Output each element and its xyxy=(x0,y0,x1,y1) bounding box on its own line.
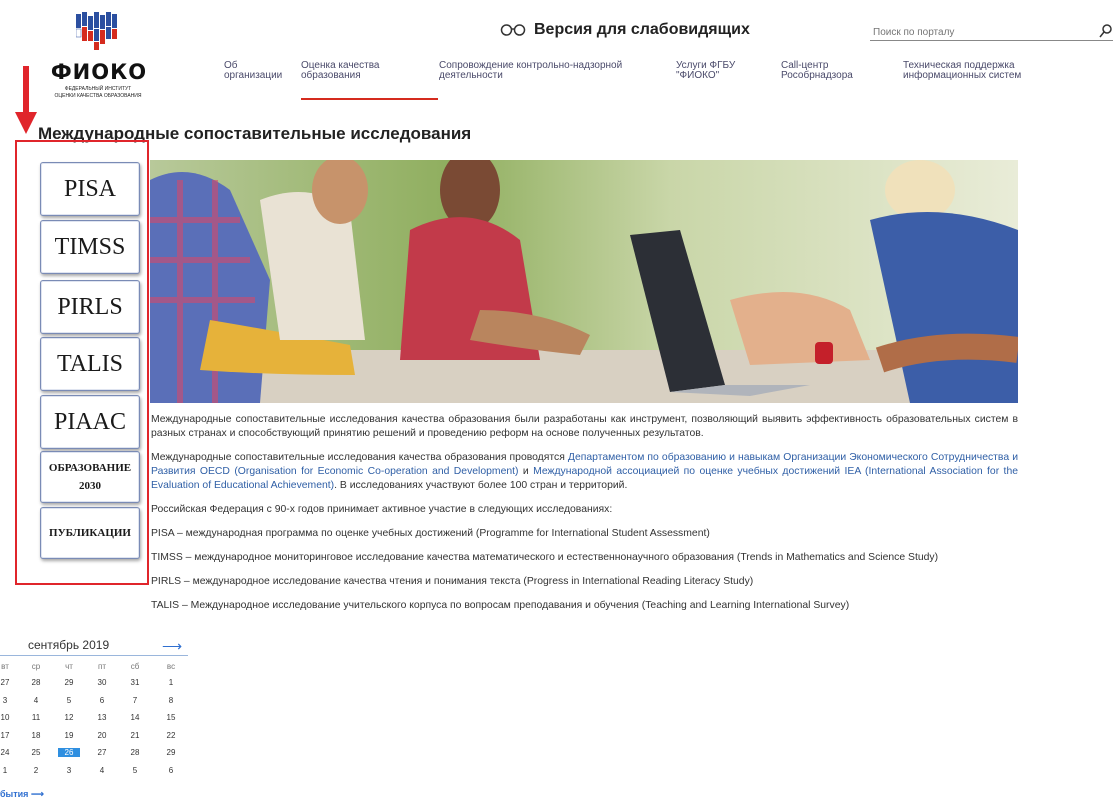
list-item: PISA – международная программа по оценке… xyxy=(151,528,710,539)
calendar-day[interactable]: 1 xyxy=(0,766,16,775)
publications-button[interactable]: ПУБЛИКАЦИИ xyxy=(40,507,140,559)
calendar-day[interactable]: 20 xyxy=(91,731,113,740)
calendar-day[interactable]: 7 xyxy=(124,696,146,705)
nav-active-indicator xyxy=(301,98,438,100)
low-vision-version-link[interactable]: Версия для слабовидящих xyxy=(500,18,750,42)
calendar-day[interactable]: 30 xyxy=(91,678,113,687)
calendar-day[interactable]: 5 xyxy=(58,696,80,705)
events-calendar: сентябрь 2019 ⟶ вт ср чт пт сб вс 27 28 29 30 31 1 3… xyxy=(0,626,190,802)
search-input[interactable] xyxy=(870,25,1096,40)
glasses-icon xyxy=(500,24,526,36)
calendar-day[interactable]: 14 xyxy=(124,713,146,722)
list-item: PIRLS – международное исследование качес… xyxy=(151,576,754,587)
pisa-button[interactable]: PISA xyxy=(40,162,140,216)
calendar-day[interactable]: 12 xyxy=(58,713,80,722)
nav-education-quality[interactable]: Оценка качества образования xyxy=(301,61,379,81)
intro-paragraph: Международные сопоставительные исследова… xyxy=(151,414,1018,439)
calendar-day[interactable]: 22 xyxy=(160,731,182,740)
calendar-day[interactable]: 29 xyxy=(160,748,182,757)
logo-name: ФИОКО xyxy=(50,60,148,84)
calendar-weekday: вс xyxy=(166,662,176,671)
calendar-day[interactable]: 2 xyxy=(25,766,47,775)
search-bar xyxy=(870,22,1113,41)
calendar-day[interactable]: 29 xyxy=(58,678,80,687)
calendar-day[interactable]: 6 xyxy=(91,696,113,705)
vision-label: Версия для слабовидящих xyxy=(534,21,750,38)
list-item: TIMSS – международное мониторинговое исс… xyxy=(151,552,939,563)
calendar-day[interactable]: 15 xyxy=(160,713,182,722)
education-2030-button[interactable]: ОБРАЗОВАНИЕ 2030 xyxy=(40,451,140,503)
calendar-day[interactable]: 6 xyxy=(160,766,182,775)
calendar-day[interactable]: 18 xyxy=(25,731,47,740)
pirls-button[interactable]: PIRLS xyxy=(40,280,140,334)
calendar-divider xyxy=(0,655,188,656)
participation-paragraph: Российская Федерация с 90-х годов приним… xyxy=(151,504,613,515)
calendar-weekday: пт xyxy=(98,662,106,671)
calendar-day[interactable]: 25 xyxy=(25,748,47,757)
calendar-day[interactable]: 4 xyxy=(25,696,47,705)
timss-button[interactable]: TIMSS xyxy=(40,220,140,274)
organizers-paragraph: Международные сопоставительные исследова… xyxy=(151,452,1019,491)
nav-about[interactable]: Об организации xyxy=(224,61,282,81)
search-icon[interactable] xyxy=(1099,22,1113,40)
logo-subtitle: Федеральный институт оценки качества обр… xyxy=(54,86,142,99)
calendar-weekday: чт xyxy=(65,662,73,671)
calendar-day[interactable]: 19 xyxy=(58,731,80,740)
calendar-day[interactable]: 28 xyxy=(25,678,47,687)
calendar-day[interactable]: 5 xyxy=(124,766,146,775)
calendar-day[interactable]: 26 xyxy=(58,748,80,757)
calendar-weekday: ср xyxy=(31,662,41,671)
calendar-weekday: вт xyxy=(1,662,9,671)
calendar-weekday: сб xyxy=(130,662,140,671)
calendar-month: сентябрь 2019 xyxy=(28,638,110,652)
students-hero-image xyxy=(150,160,1018,403)
red-arrow-annotation-icon xyxy=(15,66,37,134)
calendar-day[interactable]: 3 xyxy=(0,696,16,705)
fioko-logo-icon xyxy=(76,12,117,50)
calendar-day[interactable]: 28 xyxy=(124,748,146,757)
nav-call-center[interactable]: Call-центр Рособрнадзора xyxy=(781,61,853,81)
list-item: TALIS – Международное исследование учите… xyxy=(151,600,850,611)
calendar-day[interactable]: 27 xyxy=(0,678,16,687)
calendar-day[interactable]: 1 xyxy=(160,678,182,687)
calendar-day[interactable]: 21 xyxy=(124,731,146,740)
calendar-day[interactable]: 31 xyxy=(124,678,146,687)
calendar-day[interactable]: 3 xyxy=(58,766,80,775)
calendar-day[interactable]: 27 xyxy=(91,748,113,757)
nav-tech-support[interactable]: Техническая поддержка информационных сист… xyxy=(903,61,1021,81)
events-link[interactable]: бытия ⟶ xyxy=(0,789,44,800)
calendar-next-arrow-icon[interactable]: ⟶ xyxy=(162,638,182,655)
calendar-day[interactable]: 13 xyxy=(91,713,113,722)
calendar-day[interactable]: 24 xyxy=(0,748,16,757)
calendar-day[interactable]: 8 xyxy=(160,696,182,705)
calendar-day[interactable]: 4 xyxy=(91,766,113,775)
talis-button[interactable]: TALIS xyxy=(40,337,140,391)
piaac-button[interactable]: PIAAC xyxy=(40,395,140,449)
nav-supervision[interactable]: Сопровождение контрольно-надзорной деятел… xyxy=(439,61,622,81)
calendar-day[interactable]: 10 xyxy=(0,713,16,722)
nav-services[interactable]: Услуги ФГБУ "ФИОКО" xyxy=(676,61,735,81)
calendar-day[interactable]: 11 xyxy=(25,713,47,722)
calendar-day[interactable]: 17 xyxy=(0,731,16,740)
article-content: Международные сопоставительные исследова… xyxy=(151,413,1018,623)
